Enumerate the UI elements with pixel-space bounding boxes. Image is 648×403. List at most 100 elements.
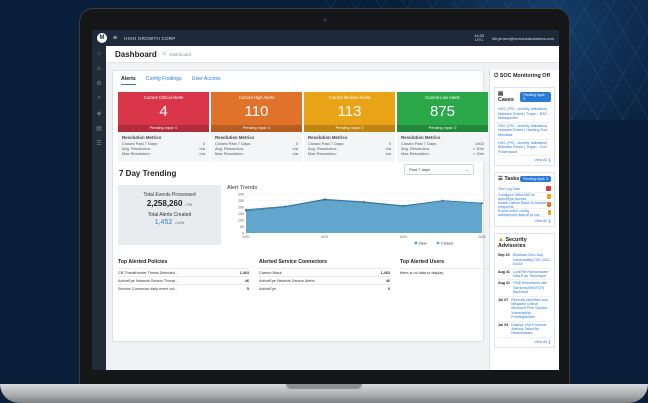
y-tick-label: 200 [238,205,244,209]
alert-card-critical[interactable]: Current Critical Alerts 4 Pending Input:… [118,92,209,162]
task-badge [547,194,551,200]
tasks-title: ☰ Tasks [498,176,520,183]
alerts-value: 1,452 [154,219,173,226]
cases-section: ▤ Cases Pending Input: 3 HGC (PS) - Activ… [494,87,555,167]
tasks-pill[interactable]: Pending Input: 3 [520,176,551,183]
camera [323,18,327,22]
users-table: Top Alerted Users there is no data to di… [400,259,490,292]
events-value: 2,258,260 [146,199,183,208]
task-item[interactable]: Export entire config assessment data at … [498,209,551,218]
chevron-down-icon: ⌄ [465,167,469,172]
table-row[interactable]: ActiveEye Network Sensor Threat ... 46 [118,276,249,284]
x-tick-label: 9/24 [400,235,407,239]
resolution-metrics: Resolution Metrics Closed Past 7 Days: 0 … [118,132,209,162]
case-item[interactable]: HGC (PS) - Activity Validation| Malware … [498,140,551,157]
data-point [245,210,247,212]
search-icon[interactable]: ⌕ [92,91,106,106]
alert-tile: Current Critical Alerts 4 Pending Input:… [118,92,209,132]
advisory-item[interactable]: Aug 31 LockFile Ransomware New Ever Techn… [498,269,551,281]
range-select[interactable]: Past 7 days ⌄ [404,164,474,175]
table-row[interactable]: Carbon Black 1,463 [259,268,390,276]
legend-marker [436,241,440,245]
cases-title: ▤ Cases [498,91,514,103]
alert-cards: Current Critical Alerts 4 Pending Input:… [118,92,488,162]
advisories-section: ▲ Security Advisories Sep 20 Windows Zero… [494,233,555,348]
advisory-item[interactable]: Sep 20 Windows Zero-Day Vulnerability(CVE… [498,252,551,269]
alert-card-medium[interactable]: Current Medium Alerts 113 Pending Input:… [304,92,395,162]
soc-status: ⏻ SOC Monitoring Off [494,73,551,79]
case-item[interactable]: HGC (PS) - Activity Validation| Malware … [498,106,551,123]
y-tick-label: 150 [238,212,244,216]
alert-tile: Current High Alerts 110 Pending Input: 0 [211,92,302,132]
y-tick-label: 100 [238,218,244,222]
tab-user-access[interactable]: User Access [192,76,221,85]
sidebar: ⌂ ⚠ ⚙ ⌕ ◈ ▤ ☰ [92,46,106,370]
x-tick-label: 9/20 [243,235,250,239]
settings-icon[interactable]: ⚙ [92,76,106,91]
data-point [363,201,365,204]
y-tick-label: 300 [238,192,244,196]
table-row[interactable]: CB ThreatHunter Threat Detected... 1,463 [118,268,249,276]
legend-label: New [419,241,427,245]
home-icon[interactable]: ⌂ [92,46,106,61]
task-badge [547,210,551,216]
advisories-title: ▲ Security Advisories [498,237,527,250]
laptop-bezel: M ≡ HIGH GROWTH CORP 14:53 UTC bill.jens… [79,8,570,388]
page-title: Dashboard [115,49,157,59]
data-point [284,206,287,208]
table-row[interactable]: Service Connector daily event vol... 5 [118,284,249,292]
cases-view-all[interactable]: View All ❯ [498,158,551,162]
task-badge [547,202,551,208]
tab-alerts[interactable]: Alerts [121,76,136,85]
case-item[interactable]: HGC (PS) - Activity Validation| Malware … [498,123,551,140]
alerts-change: ↓14% [174,220,185,225]
org-name: HIGH GROWTH CORP [124,35,176,41]
alert-card-high[interactable]: Current High Alerts 110 Pending Input: 0… [211,92,302,162]
data-point [402,205,405,208]
events-change: ↓7% [184,202,193,207]
tasks-icon[interactable]: ☰ [92,136,106,151]
y-tick-label: 250 [238,199,244,203]
connectors-table: Alerted Service Connectors Carbon Black 1… [259,259,390,292]
policies-table: Top Alerted Policies CB ThreatHunter Thr… [118,259,249,292]
cases-pill[interactable]: Pending Input: 3 [520,92,551,102]
user-menu[interactable]: bill.jensen@motorolasolutions.com [492,36,554,41]
y-tick-label: 50 [240,225,244,229]
table-row[interactable]: ActiveEye Network Sensor Alerts 46 [259,276,390,284]
tab-config-findings[interactable]: Config Findings [146,76,182,85]
data-point [481,202,483,205]
breadcrumb[interactable]: Dashboard [169,52,190,57]
task-badge [546,186,551,192]
home-icon[interactable]: ⌂ [163,51,167,57]
alert-icon[interactable]: ⚠ [92,61,106,76]
trending-title: 7 Day Trending [119,169,177,178]
alert-card-low[interactable]: Current Low Alerts 875 Pending Input: 0 … [397,92,488,162]
data-point [323,198,326,201]
alert-tile: Current Low Alerts 875 Pending Input: 0 [397,92,488,132]
resolution-metrics: Resolution Metrics Closed Past 7 Days: 14… [397,132,488,162]
clock: 14:53 UTC [474,32,485,42]
page-header: Dashboard ⌂ Dashboard [106,46,559,63]
clipboard-icon[interactable]: ▤ [92,121,106,136]
trend-stats: Total Events Processed 2,258,260 ↓7% Tota… [118,185,221,245]
dashboard-card: Alerts Config Findings User Access Curre… [112,70,490,342]
advisory-item[interactable]: Jul 03 Kaseya VSA Products Actively Taile… [498,322,551,338]
advisory-item[interactable]: Aug 31 FIN8 Resurfaces with Sardonic(BHAT… [498,280,551,297]
tab-bar: Alerts Config Findings User Access [121,76,221,85]
content: Dashboard ⌂ Dashboard Alerts Config Find… [106,46,559,370]
menu-icon[interactable]: ≡ [113,35,117,42]
shield-icon[interactable]: ◈ [92,106,106,121]
tasks-section: ☰ Tasks Pending Input: 3 Test Log Task Co… [494,172,555,228]
right-panel: ⏻ SOC Monitoring Off ▤ Cases Pending Inpu… [489,70,559,370]
x-tick-label: 9/22 [321,235,328,239]
alert-tile: Current Medium Alerts 113 Pending Input:… [304,92,395,132]
advisories-view-all[interactable]: View All ❯ [498,340,551,344]
advisory-item[interactable]: Jul 07 Recently Identified and Mitigated … [498,297,551,322]
table-row[interactable]: ActiveEye 5 [259,284,390,292]
resolution-metrics: Resolution Metrics Closed Past 7 Days: 0 … [211,132,302,162]
data-point [441,199,444,202]
legend-marker [414,241,418,245]
tasks-view-all[interactable]: View All ❯ [498,219,551,223]
laptop-notch [286,384,362,389]
alert-trends-chart: 3002502001501005009/20 9/22 9/24 9/26New Clo… [238,192,486,245]
